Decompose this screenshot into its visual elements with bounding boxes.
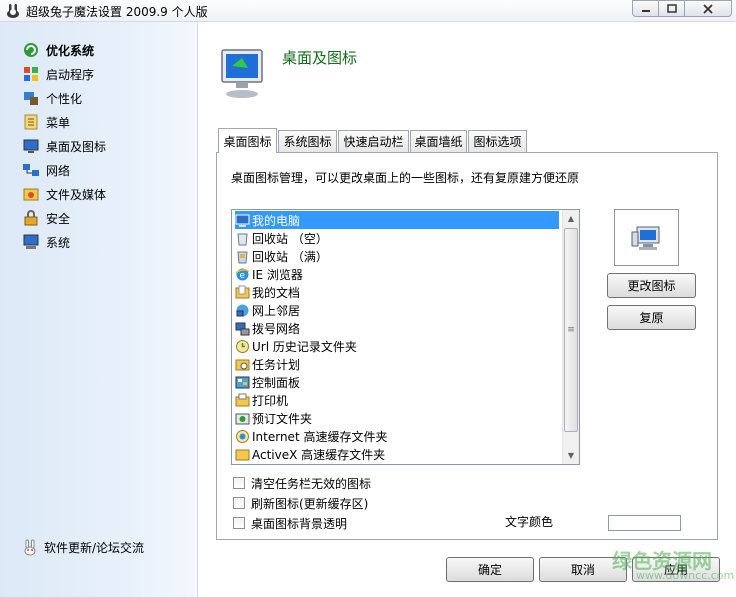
transparent-background-checkbox[interactable]: 桌面图标背景透明 xyxy=(233,515,347,531)
sidebar-item-network[interactable]: 网络 xyxy=(22,160,70,180)
documents-folder-icon xyxy=(235,285,250,298)
ie-icon: e xyxy=(235,268,250,281)
sidebar-item-label: 个性化 xyxy=(46,91,83,106)
computer-icon xyxy=(235,214,250,227)
tasks-icon xyxy=(235,359,250,370)
list-item[interactable]: 回收站 （满） xyxy=(235,247,559,265)
clear-taskbar-icons-checkbox[interactable]: 清空任务栏无效的图标 xyxy=(233,475,371,491)
tab-quick-launch[interactable]: 快速启动栏 xyxy=(338,130,409,152)
personalize-icon xyxy=(24,92,38,105)
printer-folder-icon xyxy=(235,393,250,406)
list-item[interactable]: Internet 高速缓存文件夹 xyxy=(235,427,559,445)
scroll-down-arrow-icon[interactable]: ▼ xyxy=(563,447,579,464)
list-item[interactable]: ActiveX 高速缓存文件夹 xyxy=(235,445,559,463)
desktop-icon xyxy=(23,139,39,153)
lock-icon xyxy=(24,210,38,226)
restore-button[interactable]: 复原 xyxy=(607,305,696,330)
list-item[interactable]: 网上邻居 xyxy=(235,301,559,319)
sidebar-item-label: 优化系统 xyxy=(46,43,95,58)
sidebar-item-label: 桌面及图标 xyxy=(46,139,107,154)
list-item[interactable]: 控制面板 xyxy=(235,373,559,391)
list-item[interactable]: 打印机 xyxy=(235,391,559,409)
icon-preview xyxy=(614,209,679,266)
sidebar-item-label: 系统 xyxy=(46,235,71,250)
scroll-up-arrow-icon[interactable]: ▲ xyxy=(563,210,579,227)
recycle-bin-empty-icon xyxy=(237,233,248,245)
sidebar-item-label: 网络 xyxy=(46,163,71,178)
recycle-bin-full-icon xyxy=(237,251,248,263)
sidebar-item-label: 安全 xyxy=(46,211,71,226)
list-item[interactable]: 我的电脑 xyxy=(235,211,559,229)
rabbit-icon xyxy=(24,539,36,556)
sidebar-item-label: 文件及媒体 xyxy=(46,187,107,202)
page-title: 桌面及图标 xyxy=(282,49,358,67)
menu-icon xyxy=(24,114,38,130)
list-item[interactable]: 拨号网络 xyxy=(235,319,559,337)
list-item[interactable]: Url 历史记录文件夹 xyxy=(235,337,559,355)
change-icon-button[interactable]: 更改图标 xyxy=(607,273,696,298)
desktop-icon-list[interactable]: 我的电脑 回收站 （空） 回收站 （满） e IE 浏览器 我的文档 网上邻居 … xyxy=(231,209,580,465)
update-forum-link[interactable]: 软件更新/论坛交流 xyxy=(22,538,144,556)
list-item[interactable]: e IE 浏览器 xyxy=(235,265,559,283)
maximize-icon xyxy=(666,4,677,13)
sidebar-item-optimize[interactable]: 优化系统 xyxy=(22,40,94,60)
computer-preview-icon xyxy=(631,226,659,250)
list-scrollbar[interactable]: ▲ ≡ ▼ xyxy=(562,210,579,464)
network-icon xyxy=(23,164,39,176)
media-icon xyxy=(23,188,39,201)
svg-text:e: e xyxy=(240,271,246,281)
update-forum-label: 软件更新/论坛交流 xyxy=(44,540,145,555)
rabbit-app-icon xyxy=(7,4,19,18)
checkbox-box[interactable] xyxy=(233,497,245,509)
window-title: 超级兔子魔法设置 2009.9 个人版 xyxy=(26,5,208,19)
list-item[interactable]: 我的文档 xyxy=(235,283,559,301)
sidebar-item-label: 菜单 xyxy=(46,115,71,130)
minimize-icon xyxy=(641,9,650,12)
tab-system-icons[interactable]: 系统图标 xyxy=(278,130,337,152)
dialup-icon xyxy=(235,322,250,335)
sidebar-item-menu[interactable]: 菜单 xyxy=(22,112,70,132)
sidebar-item-media[interactable]: 文件及媒体 xyxy=(22,184,106,204)
tab-icon-options[interactable]: 图标选项 xyxy=(468,130,527,152)
panel-description: 桌面图标管理，可以更改桌面上的一些图标，还有复原建方便还原 xyxy=(231,171,580,185)
scroll-thumb[interactable]: ≡ xyxy=(564,228,578,432)
sidebar-item-label: 启动程序 xyxy=(46,67,95,82)
cancel-button[interactable]: 取消 xyxy=(539,557,627,582)
cache-icon xyxy=(236,429,249,443)
list-item[interactable]: 回收站 （空） xyxy=(235,229,559,247)
activex-icon xyxy=(235,449,250,460)
text-color-swatch[interactable] xyxy=(608,515,681,531)
control-panel-icon xyxy=(235,376,250,388)
monitor-icon xyxy=(221,49,263,98)
title-bar: 超级兔子魔法设置 2009.9 个人版 xyxy=(0,0,736,22)
tab-desktop-icons[interactable]: 桌面图标 xyxy=(218,128,277,153)
close-icon xyxy=(703,3,713,14)
checkbox-box[interactable] xyxy=(233,517,245,529)
minimize-button[interactable] xyxy=(632,0,659,17)
tab-wallpaper[interactable]: 桌面墙纸 xyxy=(410,130,467,152)
sidebar-item-security[interactable]: 安全 xyxy=(22,208,70,228)
startup-icon xyxy=(24,67,38,81)
maximize-button[interactable] xyxy=(658,0,685,17)
optimize-icon xyxy=(24,43,38,57)
sidebar-item-desktop[interactable]: 桌面及图标 xyxy=(22,136,106,156)
refresh-icons-checkbox[interactable]: 刷新图标(更新缓存区) xyxy=(233,495,368,511)
sidebar-item-personalize[interactable]: 个性化 xyxy=(22,88,82,108)
network-places-icon xyxy=(236,304,249,316)
history-icon xyxy=(236,339,249,353)
list-item[interactable]: 预订文件夹 xyxy=(235,409,559,427)
checkbox-box[interactable] xyxy=(233,477,245,489)
sidebar: 优化系统 启动程序 个性化 菜单 桌面及图标 网络 文件及媒体 安全 系统 软件… xyxy=(0,22,198,597)
ok-button[interactable]: 确定 xyxy=(446,557,534,582)
subscription-icon xyxy=(235,413,250,424)
apply-button[interactable]: 应用 xyxy=(632,557,720,582)
tab-panel: 桌面图标管理，可以更改桌面上的一些图标，还有复原建方便还原 我的电脑 回收站 （… xyxy=(216,152,718,540)
list-item[interactable]: 任务计划 xyxy=(235,355,559,373)
close-button[interactable] xyxy=(684,0,732,17)
sidebar-item-system[interactable]: 系统 xyxy=(22,232,70,252)
sidebar-item-startup[interactable]: 启动程序 xyxy=(22,64,94,84)
text-color-label: 文字颜色 xyxy=(505,515,554,529)
system-icon xyxy=(23,234,39,249)
